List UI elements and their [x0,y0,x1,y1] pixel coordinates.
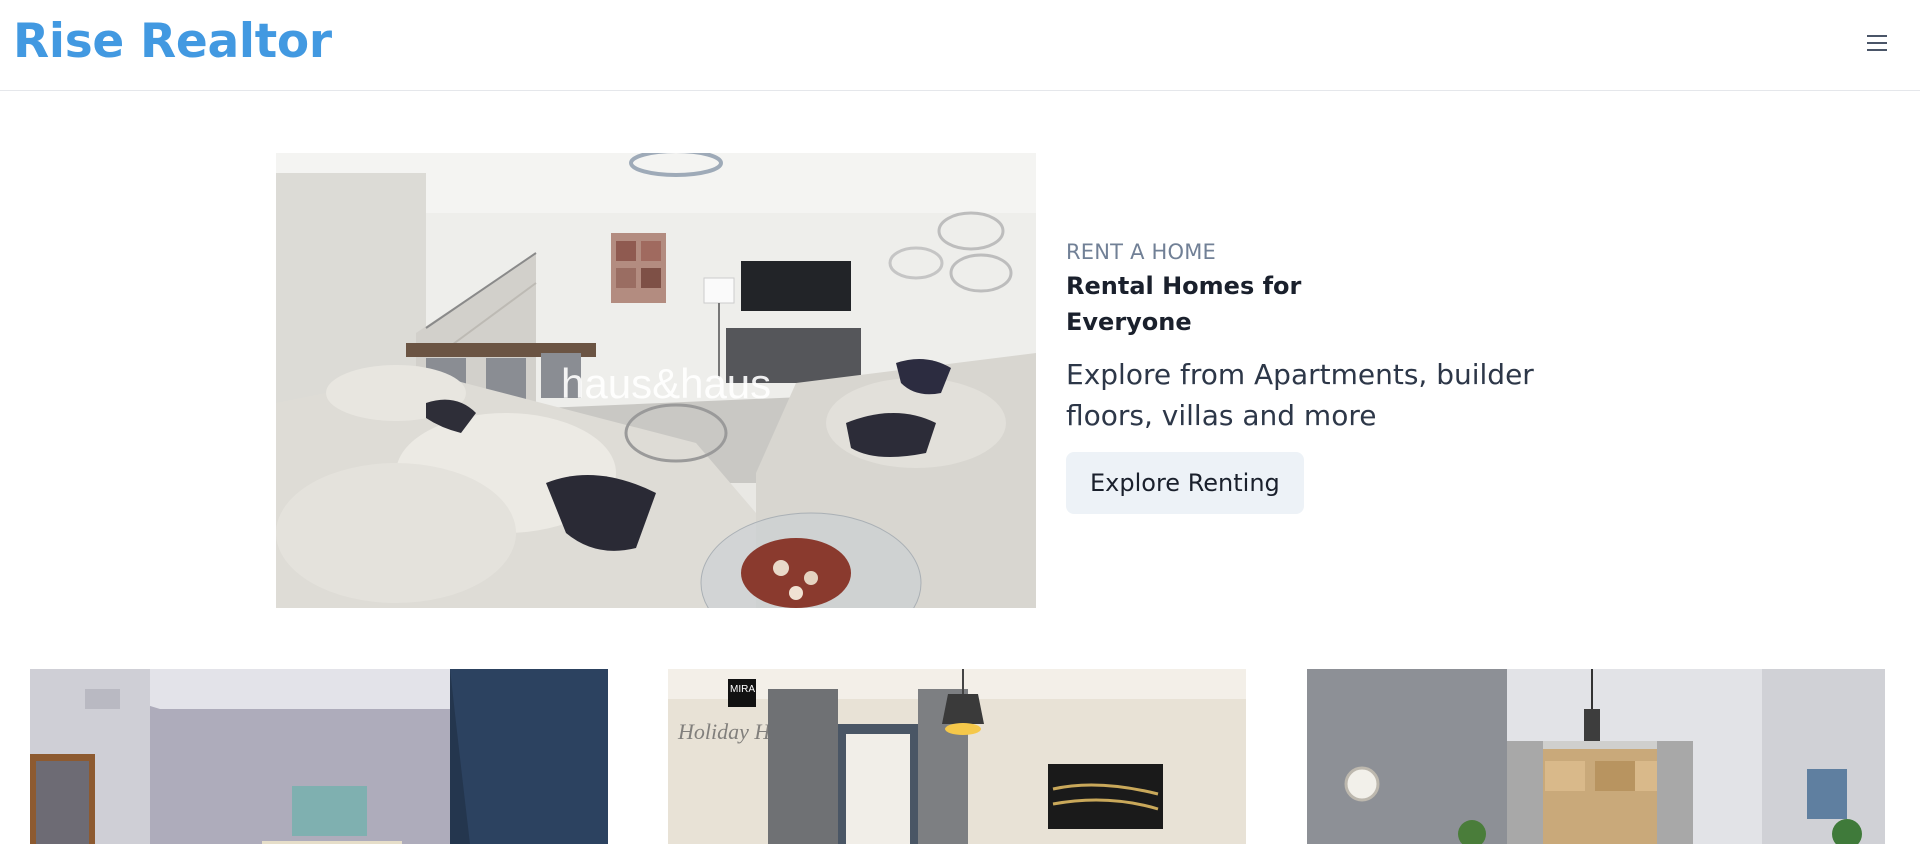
listing-card-1[interactable] [30,669,608,844]
hero-title: Rental Homes for Everyone [1066,272,1302,336]
brand-logo[interactable]: Rise Realtor [13,14,332,69]
menu-bar [1867,42,1887,44]
site-header: Rise Realtor [0,0,1920,91]
hamburger-menu-icon[interactable] [1862,30,1892,56]
menu-bar [1867,49,1887,51]
menu-bar [1867,35,1887,37]
hero-description: Explore from Apartments, builder floors,… [1066,358,1534,432]
card-logo: MIRA [730,684,755,695]
living-room-photo [1307,669,1885,844]
hero-eyebrow: RENT A HOME [1066,240,1217,264]
hero-text: RENT A HOME Rental Homes for Everyone Ex… [1066,240,1626,514]
hero-watermark: haus&haus [561,360,771,407]
listing-card-3[interactable] [1307,669,1885,844]
explore-renting-button[interactable]: Explore Renting [1066,452,1304,514]
hero-image: haus&haus [276,153,1036,608]
listing-card-2[interactable]: MIRA Holiday Homes [668,669,1246,844]
bedroom-photo [30,669,608,844]
living-room-photo: MIRA Holiday Homes [668,669,1246,844]
